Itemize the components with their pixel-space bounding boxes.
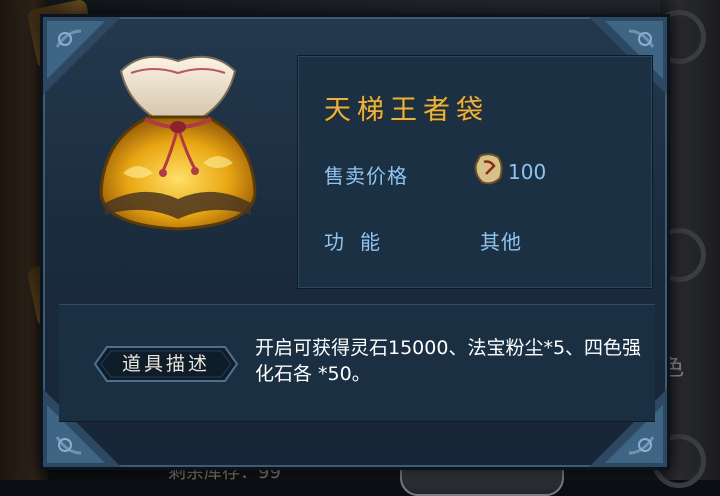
price-label: 售卖价格	[324, 164, 408, 188]
item-detail-dialog: 天梯王者袋 售卖价格 100 功能 其他 道具描述 开启可获得灵石15000、法…	[40, 14, 670, 470]
spirit-stone-icon	[474, 153, 503, 185]
function-label: 功能	[324, 230, 396, 254]
item-name: 天梯王者袋	[324, 95, 489, 126]
description-panel: 道具描述 开启可获得灵石15000、法宝粉尘*5、四色强化石各 *50。	[59, 304, 655, 422]
description-tag: 道具描述	[93, 345, 239, 383]
description-text: 开启可获得灵石15000、法宝粉尘*5、四色强化石各 *50。	[255, 337, 642, 385]
treasure-pouch-icon	[99, 55, 257, 231]
price-value: 100	[508, 160, 547, 184]
description-label: 道具描述	[121, 353, 210, 375]
function-value: 其他	[480, 230, 522, 254]
item-info-panel: 天梯王者袋 售卖价格 100 功能 其他	[297, 55, 653, 289]
